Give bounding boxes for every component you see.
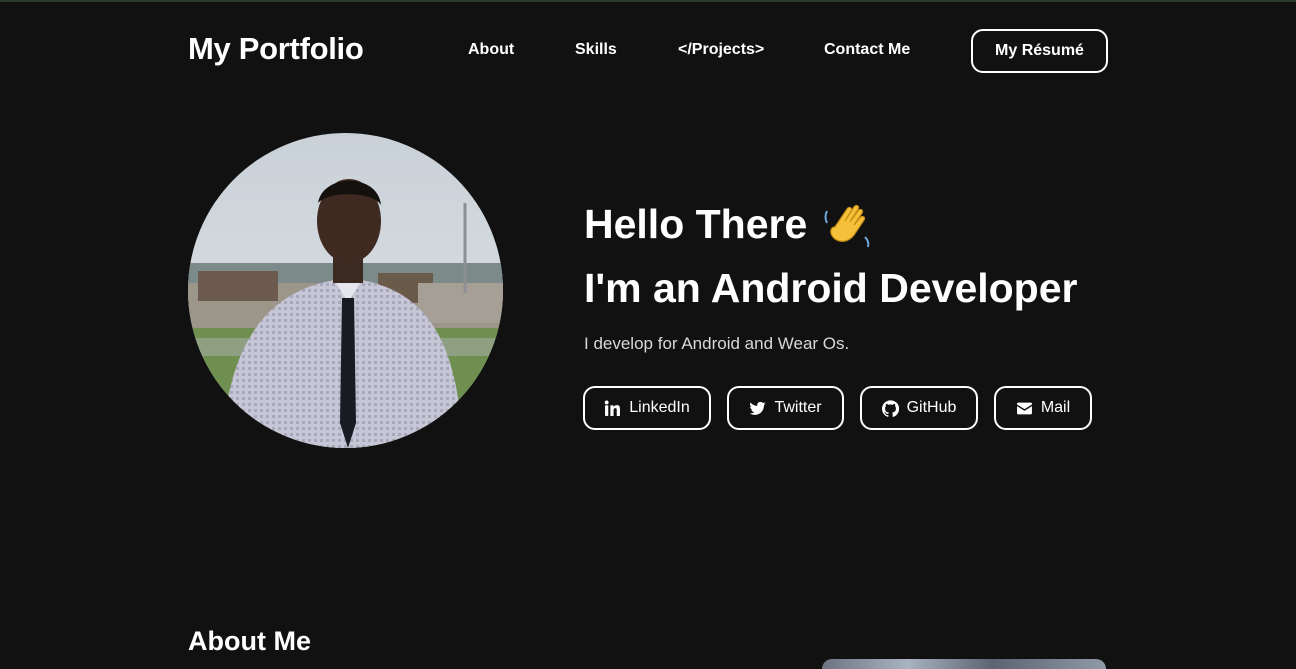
twitter-icon [749,401,766,415]
github-button[interactable]: GitHub [860,386,978,430]
twitter-button[interactable]: Twitter [727,386,844,430]
mail-icon [1016,402,1032,414]
mail-label: Mail [1040,399,1071,416]
nav-contact[interactable]: Contact Me [824,41,910,59]
mail-button[interactable]: Mail [994,386,1092,430]
nav-projects[interactable]: </Projects> [678,41,764,59]
nav-about[interactable]: About [468,41,514,59]
linkedin-button[interactable]: LinkedIn [583,386,711,430]
hero-text: Hello There I'm an Android Developer I d… [584,196,1077,354]
greeting-text: Hello There [584,201,808,247]
nav-skills[interactable]: Skills [575,41,617,59]
hero-tagline: I develop for Android and Wear Os. [584,334,850,353]
profile-photo-illustration [188,133,503,448]
social-links: LinkedIn Twitter GitHub Mail [583,386,1092,430]
profile-photo [188,133,503,448]
linkedin-icon [604,400,621,416]
about-image [822,659,1106,669]
linkedin-label: LinkedIn [629,399,690,416]
brand-logo[interactable]: My Portfolio [188,31,364,67]
resume-button[interactable]: My Résumé [971,29,1108,73]
hero-role: I'm an Android Developer [584,265,1078,311]
waving-hand-icon [821,197,875,251]
navbar: My Portfolio About Skills </Projects> Co… [188,29,1108,73]
github-label: GitHub [906,399,957,416]
github-icon [881,399,899,417]
about-heading: About Me [188,626,311,656]
top-rule [0,0,1296,2]
hero-greeting: Hello There [584,196,1077,252]
twitter-label: Twitter [774,399,822,416]
